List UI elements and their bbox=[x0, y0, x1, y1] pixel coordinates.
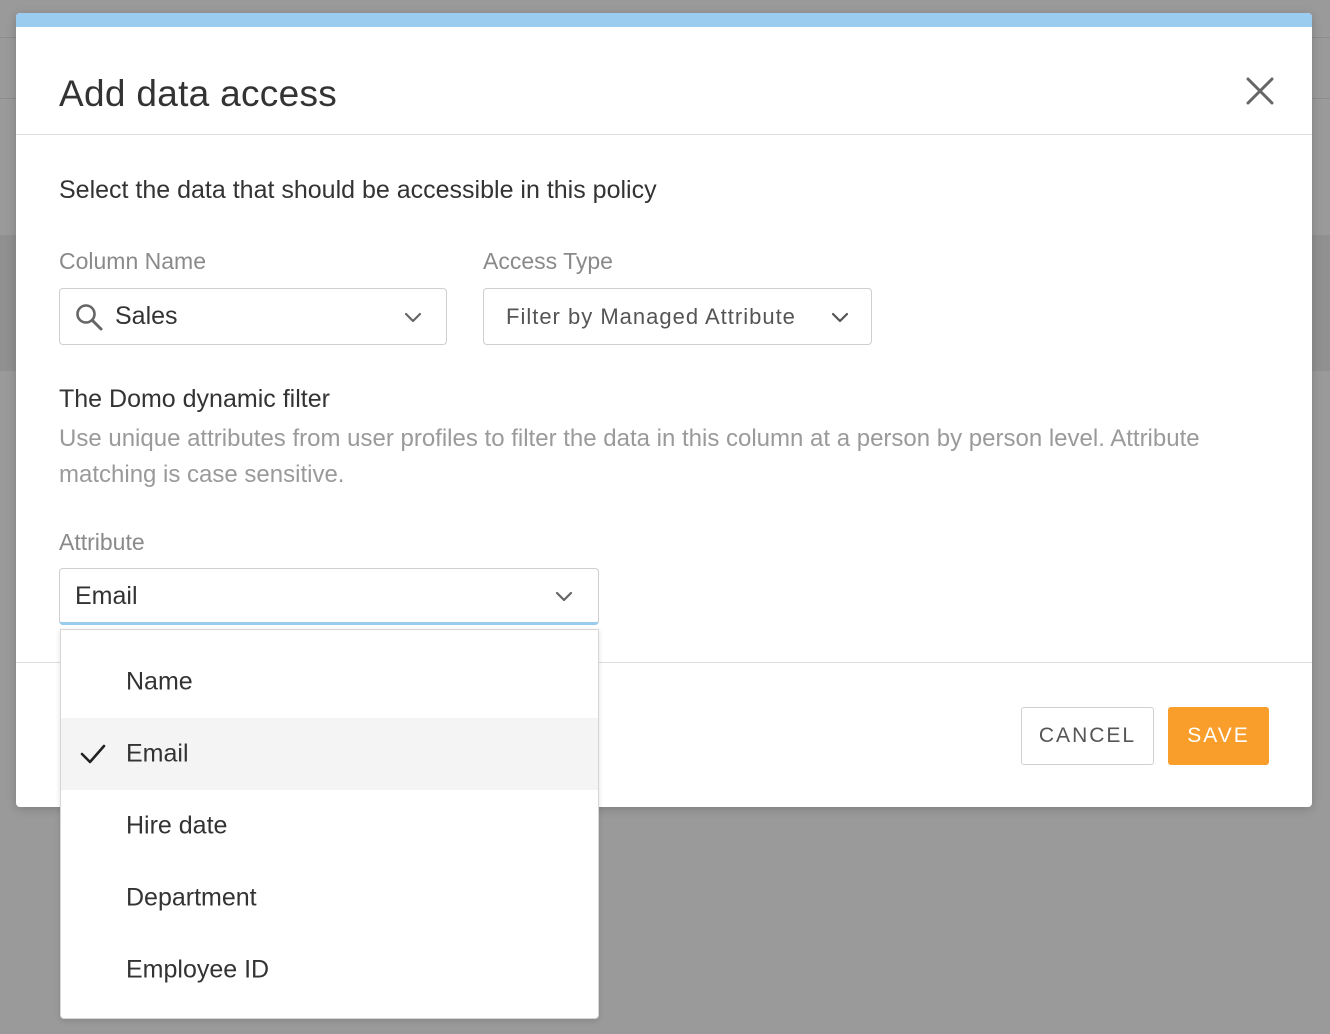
dynamic-filter-description: Use unique attributes from user profiles… bbox=[59, 425, 1200, 488]
column-name-label: Column Name bbox=[59, 248, 206, 274]
attribute-option-department[interactable]: Department bbox=[61, 862, 598, 934]
chevron-down-icon bbox=[554, 589, 574, 603]
column-name-value: Sales bbox=[115, 302, 178, 330]
attribute-option-hire-date[interactable]: Hire date bbox=[61, 790, 598, 862]
option-label: Department bbox=[126, 883, 257, 912]
column-name-select[interactable]: Sales bbox=[59, 288, 447, 345]
modal-header: Add data access bbox=[16, 27, 1312, 135]
attribute-dropdown-menu: Name Email Hire date Department Employee… bbox=[60, 629, 599, 1019]
close-button[interactable] bbox=[1242, 73, 1278, 109]
attribute-option-name[interactable]: Name bbox=[61, 646, 598, 718]
attribute-label: Attribute bbox=[59, 529, 145, 555]
option-label: Employee ID bbox=[126, 955, 270, 984]
attribute-value: Email bbox=[75, 582, 138, 610]
instruction-text: Select the data that should be accessibl… bbox=[59, 176, 657, 204]
checkmark-icon bbox=[79, 742, 107, 766]
option-label: Name bbox=[126, 667, 193, 696]
save-button[interactable]: SAVE bbox=[1168, 707, 1269, 765]
option-label: Email bbox=[126, 739, 189, 768]
cancel-button[interactable]: CANCEL bbox=[1021, 707, 1154, 765]
attribute-option-email[interactable]: Email bbox=[61, 718, 598, 790]
attribute-option-employee-id[interactable]: Employee ID bbox=[61, 934, 598, 1006]
chevron-down-icon bbox=[830, 310, 850, 324]
modal-accent-bar bbox=[16, 13, 1312, 27]
chevron-down-icon bbox=[403, 310, 423, 324]
access-type-value: Filter by Managed Attribute bbox=[506, 304, 796, 329]
attribute-select[interactable]: Email bbox=[59, 568, 599, 625]
dynamic-filter-title: The Domo dynamic filter bbox=[59, 385, 330, 413]
option-label: Hire date bbox=[126, 811, 228, 840]
search-icon bbox=[74, 302, 104, 332]
access-type-label: Access Type bbox=[483, 248, 613, 274]
access-type-select[interactable]: Filter by Managed Attribute bbox=[483, 288, 872, 345]
modal-title: Add data access bbox=[59, 73, 338, 114]
close-icon bbox=[1246, 77, 1274, 105]
